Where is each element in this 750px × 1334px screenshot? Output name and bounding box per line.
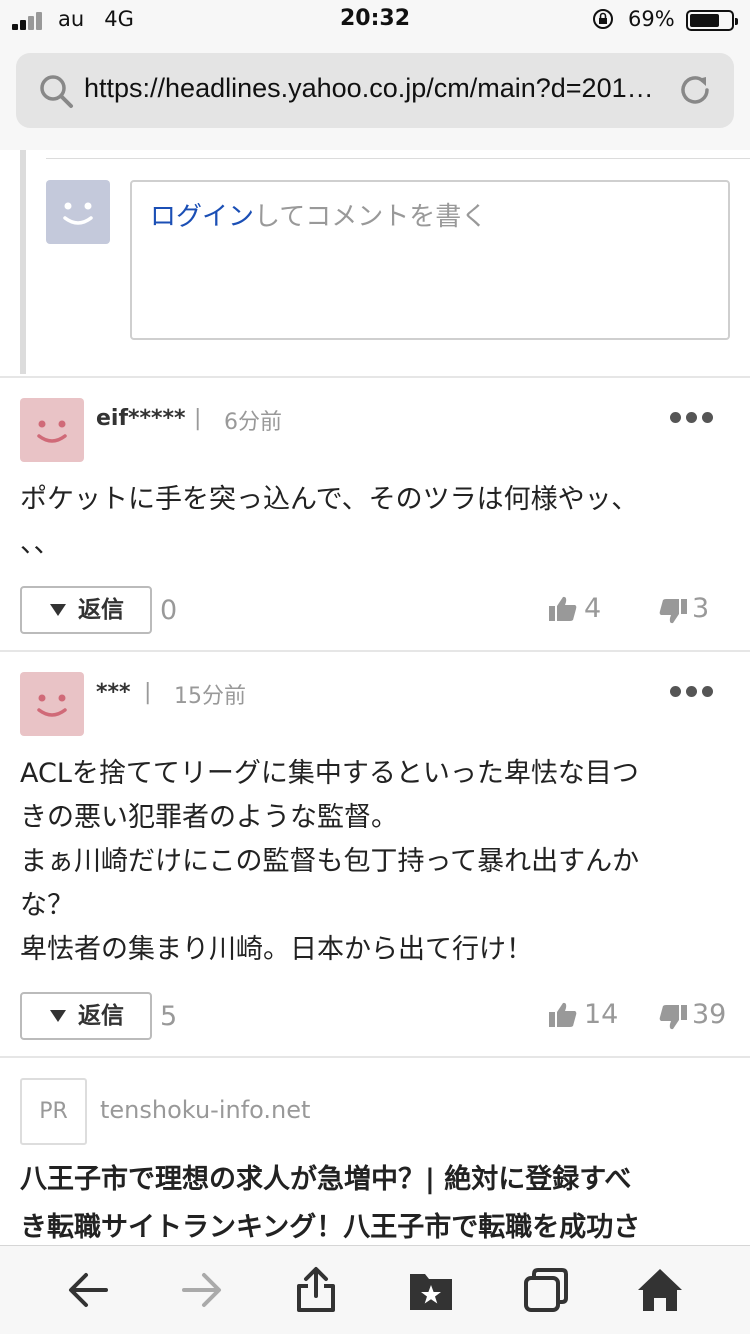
pr-badge: PR	[20, 1078, 87, 1145]
comment-time: 6分前	[224, 410, 282, 435]
browser-toolbar	[0, 1245, 750, 1334]
back-arrow-icon[interactable]	[64, 1266, 112, 1314]
comment-line: ACLを捨ててリーグに集中するといった卑怯な目つ	[20, 758, 639, 789]
reply-count: 5	[160, 1001, 178, 1032]
reply-count: 0	[160, 595, 178, 626]
search-icon	[40, 75, 73, 108]
meta-separator: |	[194, 406, 202, 431]
reply-button[interactable]: 返信	[20, 992, 152, 1040]
pr-domain[interactable]: tenshoku-info.net	[100, 1096, 310, 1124]
like-count: 14	[584, 999, 619, 1030]
thumbs-down-icon[interactable]	[658, 596, 688, 626]
user-avatar[interactable]	[20, 672, 84, 736]
forward-arrow-icon[interactable]	[178, 1266, 226, 1314]
url-text[interactable]: https://headlines.yahoo.co.jp/cm/main?d=…	[84, 73, 664, 104]
home-icon[interactable]	[636, 1266, 684, 1314]
guest-avatar	[46, 180, 110, 244]
reload-icon[interactable]	[676, 71, 714, 109]
thumbs-up-icon[interactable]	[548, 1000, 578, 1030]
battery-percent: 69%	[628, 7, 675, 31]
like-count: 4	[584, 593, 602, 624]
pr-title[interactable]: 八王子市で理想の求人が急増中？| 絶対に登録すべ き転職サイトランキング！八王子…	[20, 1156, 732, 1252]
thread-line	[20, 150, 26, 374]
rotation-lock-icon	[593, 9, 613, 29]
comment-body: ACLを捨ててリーグに集中するといった卑怯な目つ きの悪い犯罪者のような監督。 …	[20, 752, 720, 972]
comment-line: 、、	[20, 528, 61, 559]
divider	[0, 1056, 750, 1058]
user-avatar[interactable]	[20, 398, 84, 462]
share-icon[interactable]	[292, 1266, 340, 1314]
thumbs-up-icon[interactable]	[548, 594, 578, 624]
tabs-icon[interactable]	[522, 1266, 570, 1314]
pr-title-line[interactable]: 八王子市で理想の求人が急増中？| 絶対に登録すべ	[20, 1156, 732, 1204]
more-options-icon[interactable]	[670, 412, 714, 424]
comment-item: *** | 15分前 ACLを捨ててリーグに集中するといった卑怯な目つ きの悪い…	[0, 652, 750, 1056]
status-bar: au 4G 20:32 69%	[0, 0, 750, 40]
address-bar[interactable]: https://headlines.yahoo.co.jp/cm/main?d=…	[16, 53, 734, 128]
caret-down-icon	[50, 1010, 66, 1022]
comment-line: な？	[20, 890, 74, 921]
more-options-icon[interactable]	[670, 686, 714, 698]
caret-down-icon	[50, 604, 66, 616]
bookmarks-icon[interactable]	[407, 1266, 455, 1314]
dislike-count: 39	[692, 999, 727, 1030]
comment-item: eif***** | 6分前 ポケットに手を突っ込んで、そのツラは何様やッ、 、…	[0, 378, 750, 650]
meta-separator: |	[144, 680, 152, 705]
thumbs-down-icon[interactable]	[658, 1002, 688, 1032]
reply-button[interactable]: 返信	[20, 586, 152, 634]
divider	[46, 158, 750, 159]
reply-label: 返信	[78, 597, 124, 623]
login-link[interactable]: ログイン	[150, 202, 254, 232]
comment-composer: ログインしてコメントを書く	[0, 150, 750, 378]
comment-username[interactable]: ***	[96, 680, 131, 705]
comment-line: ポケットに手を突っ込んで、そのツラは何様やッ、	[20, 484, 639, 515]
comment-line: きの悪い犯罪者のような監督。	[20, 802, 398, 833]
comment-time: 15分前	[174, 684, 246, 709]
comment-username[interactable]: eif*****	[96, 406, 186, 431]
reply-label: 返信	[78, 1003, 124, 1029]
dislike-count: 3	[692, 593, 710, 624]
comment-line: 卑怯者の集まり川崎。日本から出て行け！	[20, 934, 533, 965]
comment-placeholder: してコメントを書く	[254, 202, 488, 232]
comment-line: まぁ川崎だけにこの監督も包丁持って暴れ出すんか	[20, 846, 640, 877]
browser-header: https://headlines.yahoo.co.jp/cm/main?d=…	[0, 40, 750, 150]
comment-input[interactable]: ログインしてコメントを書く	[130, 180, 730, 340]
comment-body: ポケットに手を突っ込んで、そのツラは何様やッ、 、、	[20, 478, 720, 566]
battery-icon	[686, 10, 738, 31]
